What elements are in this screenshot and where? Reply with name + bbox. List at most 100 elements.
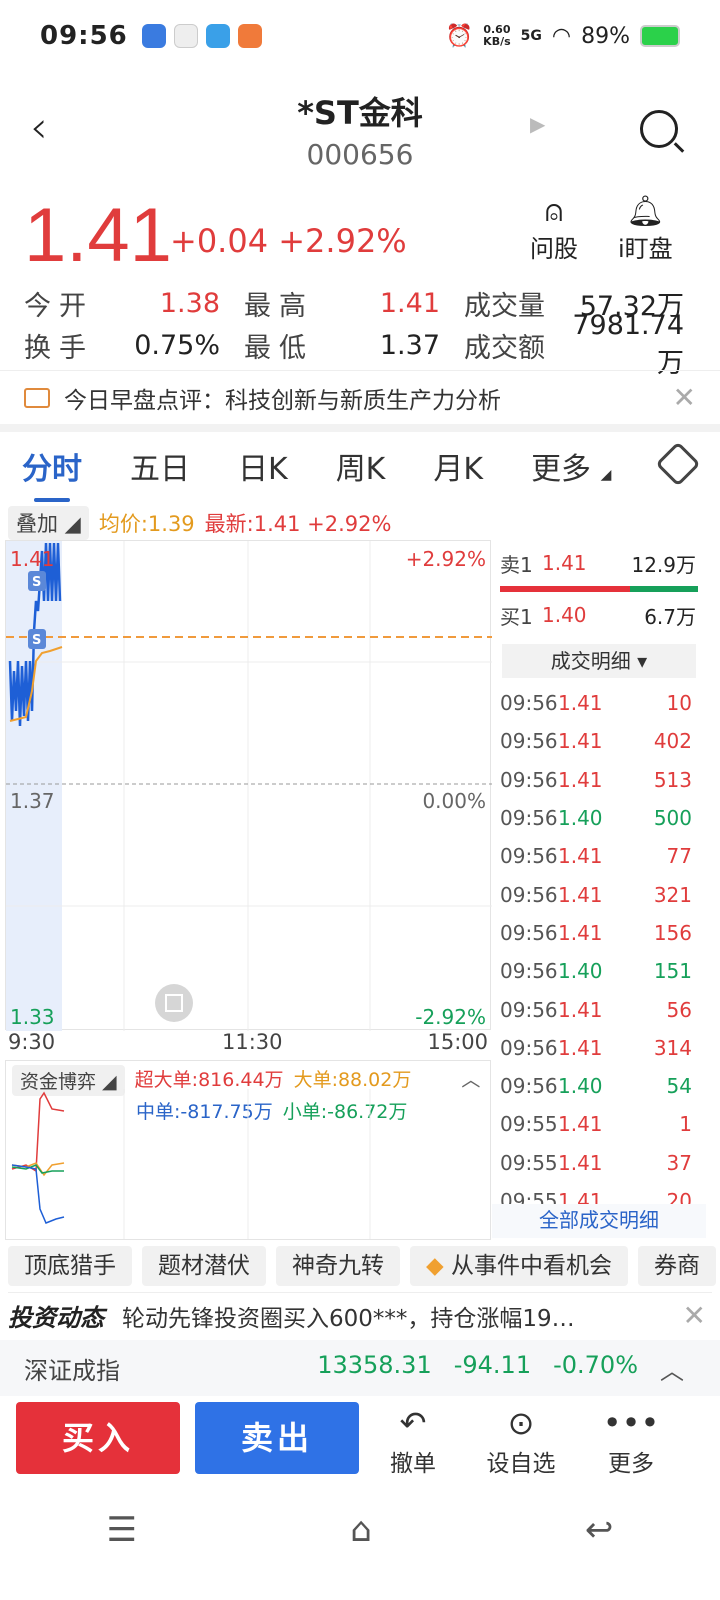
capital-flow-chart[interactable]: 资金博弈 ◢ 超大单:816.44万 大单:88.02万 ︿ 中单:-817.7… — [5, 1060, 491, 1240]
news-text: 轮动先锋投资圈买入600***，持仓涨幅19… — [122, 1305, 575, 1332]
y-bot-label: 1.33 — [10, 1005, 55, 1029]
search-icon[interactable] — [640, 110, 678, 148]
bottom-toolbar: 买入 卖出 ↶ 撤单 ⊙ 设自选 ••• 更多 — [0, 1402, 720, 1492]
pct-bot-label: -2.92% — [415, 1005, 486, 1029]
trade-row: 09:56 1.41 314 — [500, 1035, 692, 1060]
tag-item[interactable]: 题材潜伏 — [142, 1246, 266, 1286]
chevron-up-icon[interactable]: ︿ — [660, 1351, 684, 1386]
trade-row: 09:55 1.41 20 — [500, 1189, 692, 1204]
tag-item[interactable]: ◆ 从事件中看机会 — [410, 1246, 629, 1286]
trade-row: 09:56 1.40 500 — [500, 806, 692, 831]
chevron-right-icon[interactable]: ▶ — [530, 112, 545, 136]
trade-row: 09:56 1.41 402 — [500, 729, 692, 754]
current-price: 1.41 — [24, 193, 172, 278]
news-bar[interactable]: 投资动态 轮动先锋投资圈买入600***，持仓涨幅19… ✕ — [8, 1292, 712, 1338]
tab-weekly-k[interactable]: 周K — [336, 444, 386, 488]
add-favorite-button[interactable]: ⊙ 设自选 — [476, 1402, 566, 1478]
system-nav-bar: ☰ ⌂ ↩ — [0, 1500, 720, 1560]
tag-item[interactable]: 券商 — [638, 1246, 717, 1286]
clock-app-icon — [173, 24, 198, 48]
menu-icon[interactable]: ☰ — [107, 1510, 137, 1550]
bid-ask-bar — [500, 586, 698, 592]
overlay-button[interactable]: 叠加 ◢ — [8, 506, 89, 540]
svg-text:S: S — [32, 633, 41, 648]
quote-grid: 今开 1.38 最高 1.41 成交量 57.32万 换手 0.75% 最低 1.37 成… — [24, 287, 684, 380]
tab-daily-k[interactable]: 日K — [238, 444, 288, 488]
trade-row: 09:56 1.40 151 — [500, 959, 692, 984]
status-app-icons — [141, 24, 262, 48]
sell-level: 卖1 1.41 12.9万 — [500, 551, 696, 577]
person-icon: ⍝ — [545, 194, 563, 229]
tab-monthly-k[interactable]: 月K — [433, 444, 483, 488]
more-circle-icon: ⊙ — [507, 1404, 535, 1442]
chart-svg: S S — [6, 541, 492, 1031]
capital-flow-svg — [11, 1089, 371, 1239]
pct-mid-label: 0.00% — [422, 789, 486, 813]
more-button[interactable]: ••• 更多 — [586, 1402, 676, 1478]
ellipsis-icon: ••• — [602, 1404, 660, 1442]
draw-tool-icon[interactable] — [155, 984, 193, 1022]
tag-item[interactable]: 神奇九转 — [276, 1246, 400, 1286]
trade-row: 09:56 1.40 54 — [500, 1074, 692, 1099]
trade-row: 09:56 1.41 10 — [500, 691, 692, 716]
tab-five-day[interactable]: 五日 — [130, 444, 190, 488]
bell-icon: 🔔︎ — [626, 194, 665, 229]
app-notification-icon — [141, 24, 166, 48]
signal-icon: 5G — [520, 28, 542, 44]
index-change: -94.11 — [453, 1350, 532, 1379]
home-icon[interactable]: ⌂ — [350, 1510, 372, 1550]
app-notification-icon — [237, 24, 262, 48]
watch-button[interactable]: 🔔︎ i盯盘 — [618, 195, 673, 264]
notice-bar[interactable]: 今日早盘点评：科技创新与新质生产力分析 ✕ — [0, 370, 720, 424]
feature-tags: 顶底猎手 题材潜伏 神奇九转 ◆ 从事件中看机会 券商 — [8, 1246, 720, 1286]
tab-more[interactable]: 更多 ◢ — [531, 444, 611, 488]
all-trades-link[interactable]: 全部成交明细 — [492, 1204, 706, 1238]
index-bar[interactable]: 深证成指 13358.31 -94.11 -0.70% ︿ — [0, 1340, 720, 1396]
index-pct: -0.70% — [553, 1350, 638, 1379]
battery-icon — [640, 25, 680, 47]
trade-detail-dropdown[interactable]: 成交明细 ▾ — [502, 644, 696, 678]
status-time: 09:56 — [40, 21, 128, 51]
undo-icon: ↶ — [399, 1404, 427, 1442]
tab-intraday[interactable]: 分时 — [22, 444, 82, 502]
index-value: 13358.31 — [317, 1350, 432, 1379]
wifi-icon: ◠ — [551, 23, 572, 49]
app-notification-icon — [205, 24, 230, 48]
stock-code: 000656 — [306, 138, 414, 171]
chart-tabs: 分时 五日 日K 周K 月K 更多 ◢ — [0, 432, 720, 502]
sell-button[interactable]: 卖出 — [195, 1402, 359, 1474]
alarm-icon: ⏰ — [445, 23, 474, 49]
stock-name: *ST金科 — [297, 94, 423, 132]
video-icon — [24, 387, 50, 408]
notice-text: 今日早盘点评：科技创新与新质生产力分析 — [64, 387, 501, 414]
order-book: 卖1 1.41 12.9万 买1 1.40 6.7万 成交明细 ▾ 09:56 1.41 1… — [492, 540, 706, 1204]
trade-list[interactable]: 09:56 1.41 10 09:56 1.41 402 09:56 1.41 513 09:56… — [492, 684, 706, 1204]
overlay-row: 叠加 ◢ 均价:1.39 最新:1.41 +2.92% — [8, 506, 392, 540]
trade-row: 09:55 1.41 37 — [500, 1150, 692, 1175]
stock-header: ‹ *ST金科 000656 ▶ — [0, 80, 720, 180]
battery-text: 89% — [581, 23, 630, 49]
intraday-chart[interactable]: S S 1.41 +2.92% 1.37 0.00% 1.33 -2.92% — [5, 540, 492, 1031]
net-speed: 0.60 KB/s — [483, 23, 511, 48]
avg-price: 均价:1.39 — [98, 512, 195, 536]
back-nav-icon[interactable]: ↩ — [585, 1510, 614, 1550]
svg-text:S: S — [32, 575, 41, 590]
close-icon[interactable]: ✕ — [673, 381, 696, 414]
price-change: +0.04 +2.92% — [170, 222, 407, 260]
diamond-icon: ◆ — [426, 1253, 444, 1279]
settings-icon[interactable] — [655, 441, 701, 487]
trade-row: 09:56 1.41 56 — [500, 997, 692, 1022]
buy-button[interactable]: 买入 — [16, 1402, 180, 1474]
status-bar: 09:56 ⏰ 0.60 KB/s 5G ◠ 89% — [0, 0, 720, 72]
pct-top-label: +2.92% — [405, 547, 486, 571]
tag-item[interactable]: 顶底猎手 — [8, 1246, 132, 1286]
trade-row: 09:56 1.41 156 — [500, 920, 692, 945]
y-top-label: 1.41 — [10, 547, 55, 571]
trade-row: 09:56 1.41 77 — [500, 844, 692, 869]
index-name: 深证成指 — [24, 1356, 120, 1385]
close-icon[interactable]: ✕ — [683, 1299, 706, 1332]
cancel-order-button[interactable]: ↶ 撤单 — [368, 1402, 458, 1478]
trade-row: 09:55 1.41 1 — [500, 1112, 692, 1137]
ask-stock-button[interactable]: ⍝ 问股 — [530, 195, 578, 264]
latest-price: 最新:1.41 +2.92% — [204, 512, 392, 536]
